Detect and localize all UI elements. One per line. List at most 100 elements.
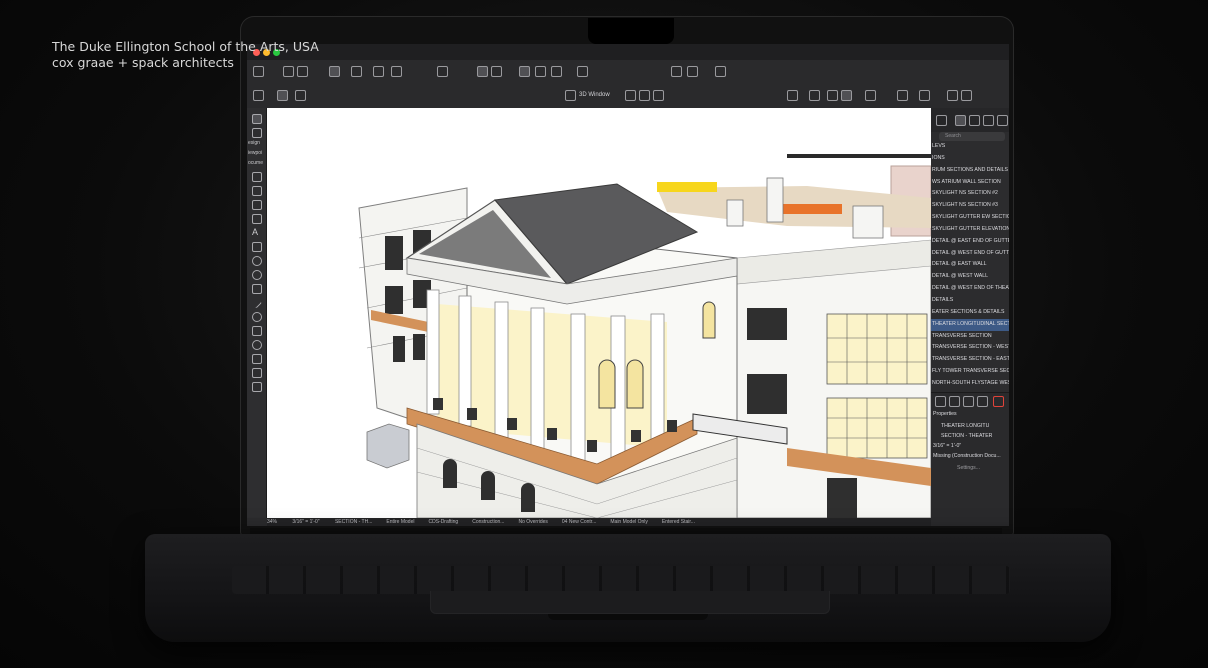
scale-value[interactable]: 3/16" = 1'-0" [292,519,319,525]
navigator-item[interactable]: RIUM SECTIONS AND DETAILS [931,165,1009,177]
new-view-icon[interactable] [949,396,960,407]
line-type-icon[interactable] [351,66,362,77]
project-map-icon[interactable] [955,115,966,126]
status-item[interactable]: Entire Model [386,519,414,525]
home-icon[interactable] [277,90,288,101]
hotspot-tool-icon[interactable] [252,354,262,364]
navigator-item[interactable]: SKYLIGHT GUTTER EW SECTION [931,212,1009,224]
delete-icon[interactable] [993,396,1004,407]
drawing-tool-icon[interactable] [252,382,262,392]
cursor-icon[interactable] [295,90,306,101]
globe-tool-icon[interactable] [252,270,262,280]
navigator-item[interactable]: TRANSVERSE SECTION - EAST [931,354,1009,366]
render-icon[interactable] [787,90,798,101]
fill-tool-icon[interactable] [252,284,262,294]
navigator-item[interactable]: NORTH-SOUTH FLYSTAGE WEST [931,378,1009,390]
section-icon[interactable] [639,90,650,101]
status-item[interactable]: Entered Stair... [662,519,695,525]
navigator-item[interactable]: WS ATRIUM WALL SECTION [931,177,1009,189]
angle-tool-icon[interactable] [252,214,262,224]
cloud-icon[interactable] [936,115,947,126]
dimension-icon[interactable] [577,66,588,77]
status-item[interactable]: SECTION - TH... [335,519,372,525]
navigator-item[interactable]: THEATER LONGITUDINAL SECTION [931,318,1009,331]
selection-tool-icon[interactable] [329,66,340,77]
window-icon[interactable] [565,90,576,101]
fill-icon[interactable] [373,66,384,77]
status-item[interactable]: Construction... [472,519,504,525]
status-item[interactable]: 04 New Contr... [562,519,596,525]
cutaway-icon[interactable] [865,90,876,101]
folder-icon[interactable] [977,396,988,407]
toolbox-document-label[interactable]: ocume [248,160,263,166]
zoom-icon[interactable] [827,90,838,101]
navigator-item[interactable]: DETAIL @ WEST WALL [931,271,1009,283]
settings-button[interactable]: Settings... [957,465,980,471]
layout-book-icon[interactable] [983,115,994,126]
navigator-item[interactable]: DETAIL @ WEST END OF THEATER [931,283,1009,295]
view-map-icon[interactable] [969,115,980,126]
layer-icon[interactable] [437,66,448,77]
clone-icon[interactable] [963,396,974,407]
text-tool-icon[interactable]: A [252,228,260,237]
properties-header[interactable]: Properties [933,411,957,417]
navigator-item[interactable]: SKYLIGHT GUTTER ELEVATION [931,224,1009,236]
marquee-tool-icon[interactable] [252,128,262,138]
line-tool-icon[interactable] [249,296,263,309]
navigator-item[interactable]: DETAIL @ EAST END OF GUTTER [931,236,1009,248]
trace-icon[interactable] [535,66,546,77]
light-icon[interactable] [653,90,664,101]
guide-icon[interactable] [519,66,530,77]
navigator-item[interactable]: SKYLIGHT NS SECTION #2 [931,188,1009,200]
3d-cube-icon[interactable] [625,90,636,101]
measure-icon[interactable] [551,66,562,77]
arrow-tool-icon[interactable] [252,114,262,124]
navigator-item[interactable]: DETAILS [931,295,1009,307]
explore-icon[interactable] [841,90,852,101]
arc-tool-icon[interactable] [252,326,262,336]
navigator-search-input[interactable]: Search [939,132,1005,141]
property-id: SECTION - THEATER [941,433,993,439]
settings-icon[interactable] [919,90,930,101]
orbit-icon[interactable] [809,90,820,101]
camera-icon[interactable] [897,90,908,101]
publish-icon[interactable] [715,66,726,77]
grid-icon[interactable] [391,66,402,77]
flag-icon[interactable] [671,66,682,77]
navigator-item[interactable]: TRANSVERSE SECTION - WEST [931,342,1009,354]
navigator-item[interactable]: DETAIL @ EAST WALL [931,259,1009,271]
mark-icon[interactable] [687,66,698,77]
property-scale: 3/16" = 1'-0" [933,443,962,449]
dimension-tool-icon[interactable] [252,172,262,182]
toolbox-viewpoint-label[interactable]: iewpoi [248,150,262,156]
toolbox-design-label[interactable]: esign [248,140,260,146]
spline-tool-icon[interactable] [252,340,262,350]
export-icon[interactable] [947,90,958,101]
zoom-level[interactable]: 34% [267,519,277,525]
navigator-item[interactable]: SKYLIGHT NS SECTION #3 [931,200,1009,212]
radial-tool-icon[interactable] [252,200,262,210]
status-item[interactable]: CDS-Drafting [428,519,458,525]
menu-icon[interactable] [997,115,1008,126]
navigator-item[interactable]: DETAIL @ WEST END OF GUTTER [931,248,1009,260]
settings-icon[interactable] [935,396,946,407]
navigator-item[interactable]: EATER SECTIONS & DETAILS [931,307,1009,319]
navigator-item[interactable]: IONS [931,153,1009,165]
camera-notch [588,18,674,44]
figure-tool-icon[interactable] [252,368,262,378]
layout-icon[interactable] [253,90,264,101]
level-tool-icon[interactable] [252,186,262,196]
view-icon[interactable] [491,66,502,77]
3d-viewport[interactable] [267,108,931,518]
navigator-item[interactable]: FLY TOWER TRANSVERSE SECTION [931,366,1009,378]
snap-icon[interactable] [477,66,488,77]
circle-tool-icon[interactable] [252,312,262,322]
status-item[interactable]: No Overrides [518,519,547,525]
status-item[interactable]: Main Model Only [610,519,648,525]
navigator-item[interactable]: TRANSVERSE SECTION [931,331,1009,343]
label-tool-icon[interactable] [252,242,262,252]
pin-tool-icon[interactable] [252,256,262,266]
view-mode-label[interactable]: 3D Window [579,92,610,98]
navigator-item[interactable]: LEVS [931,141,1009,153]
share-icon[interactable] [961,90,972,101]
